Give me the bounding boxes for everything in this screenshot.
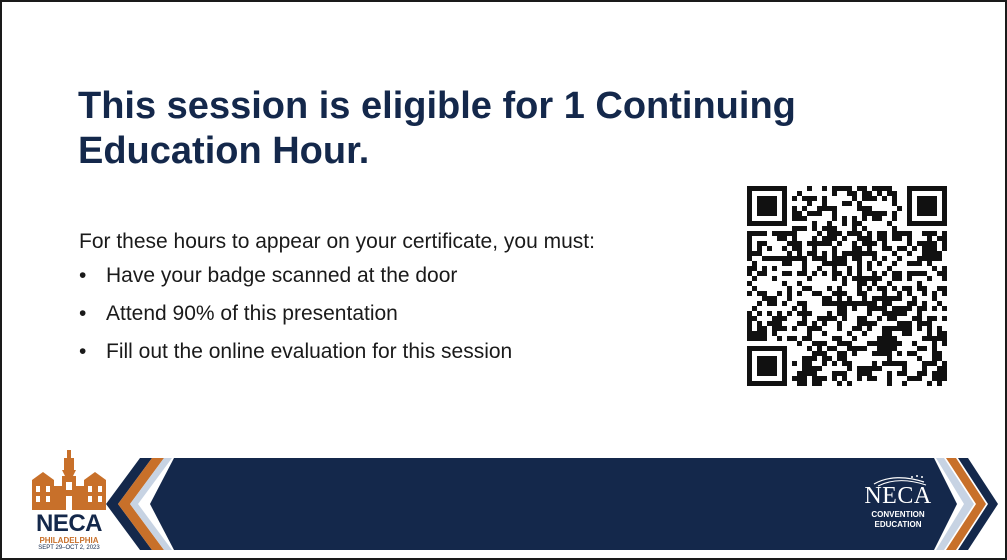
bullet-icon: • [79, 340, 87, 363]
neca-convention-education-logo: NECA CONVENTION EDUCATION [854, 474, 942, 534]
intro-text: For these hours to appear on your certif… [79, 230, 595, 253]
requirements-list: • Have your badge scanned at the door • … [79, 264, 512, 378]
event-dates: SEPT 29–OCT 2, 2023 [38, 545, 100, 551]
neca-logo-text: NECA [35, 510, 103, 537]
city-text: PHILADELPHIA [39, 536, 99, 545]
bullet-icon: • [79, 302, 87, 325]
list-item: • Have your badge scanned at the door [79, 264, 512, 302]
list-item-text: Have your badge scanned at the door [106, 264, 458, 287]
list-item-text: Attend 90% of this presentation [106, 302, 398, 325]
list-item: • Attend 90% of this presentation [79, 302, 512, 340]
bullet-icon: • [79, 264, 87, 287]
slide-title: This session is eligible for 1 Continuin… [78, 85, 796, 172]
education-text: EDUCATION [874, 520, 922, 529]
neca-logo-text: NECA [864, 483, 932, 509]
slide: This session is eligible for 1 Continuin… [0, 0, 1007, 560]
list-item: • Fill out the online evaluation for thi… [79, 340, 512, 378]
qr-code-icon[interactable] [747, 186, 947, 386]
neca-philadelphia-logo: NECA PHILADELPHIA SEPT 29–OCT 2, 2023 [26, 450, 112, 554]
list-item-text: Fill out the online evaluation for this … [106, 340, 513, 363]
convention-text: CONVENTION [871, 510, 925, 519]
city-hall-building-icon [32, 450, 106, 510]
